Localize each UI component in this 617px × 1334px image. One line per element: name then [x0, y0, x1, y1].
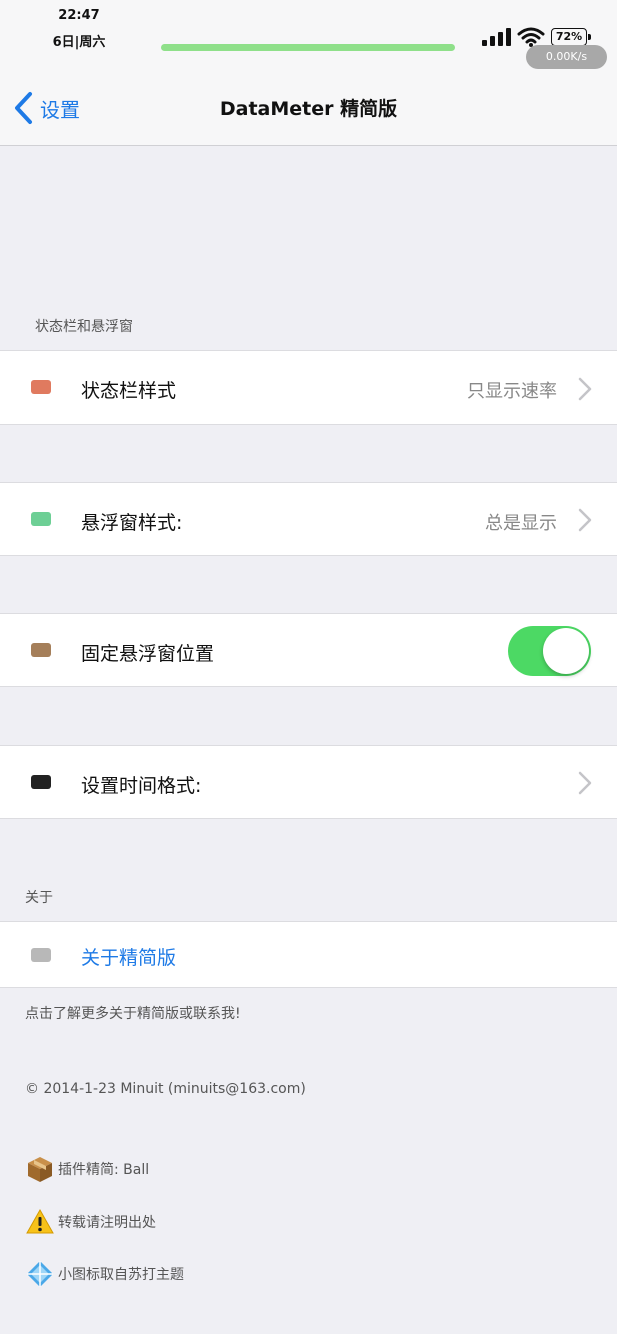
about-row[interactable]: 关于精简版 — [0, 921, 617, 988]
section-header-statusbar-float: 状态栏和悬浮窗 — [35, 319, 133, 335]
chevron-right-icon — [578, 771, 592, 795]
fix-float-position-label: 固定悬浮窗位置 — [81, 643, 215, 665]
about-icon — [31, 948, 51, 962]
navigation-bar: 设置 DataMeter 精简版 — [0, 70, 617, 146]
copyright-text: © 2014-1-23 Minuit (minuits@163.com) — [25, 1081, 306, 1097]
signal-icon — [482, 28, 511, 46]
time-format-icon — [31, 775, 51, 789]
battery-indicator: 72% — [551, 28, 591, 46]
package-icon — [28, 1157, 52, 1182]
fix-float-position-icon — [31, 643, 51, 657]
chevron-right-icon — [578, 508, 592, 532]
wifi-icon — [517, 27, 545, 47]
float-style-label: 悬浮窗样式: — [81, 512, 183, 534]
statusbar-style-value: 只显示速率 — [467, 381, 557, 402]
statusbar-style-icon — [31, 380, 51, 394]
status-time: 22:47 — [58, 8, 100, 23]
credit-item-plugin: 插件精简: Ball — [26, 1155, 149, 1183]
credit-text-plugin: 插件精简: Ball — [58, 1162, 150, 1178]
statusbar-style-row[interactable]: 状态栏样式 只显示速率 — [0, 350, 617, 425]
credit-text-icons: 小图标取自苏打主题 — [58, 1267, 184, 1283]
float-style-icon — [31, 512, 51, 526]
about-label[interactable]: 关于精简版 — [81, 943, 176, 970]
fix-float-position-row: 固定悬浮窗位置 — [0, 613, 617, 687]
credit-text-warning: 转载请注明出处 — [58, 1215, 156, 1231]
section-header-about: 关于 — [25, 890, 53, 906]
page-title: DataMeter 精简版 — [219, 98, 398, 120]
status-date: 6日|周六 — [52, 35, 106, 50]
status-bar: 22:47 6日|周六 72% 0.00K/s — [0, 0, 617, 70]
toggle-knob — [543, 628, 589, 674]
chevron-right-icon — [578, 377, 592, 401]
credit-item-icons: 小图标取自苏打主题 — [26, 1260, 184, 1288]
credit-item-warning: 转载请注明出处 — [26, 1208, 156, 1236]
time-format-row[interactable]: 设置时间格式: — [0, 745, 617, 819]
statusbar-style-label: 状态栏样式 — [81, 380, 177, 402]
float-style-value: 总是显示 — [485, 513, 557, 534]
warning-icon — [26, 1208, 54, 1234]
net-speed-badge: 0.00K/s — [526, 45, 607, 69]
diamond-tile-icon — [27, 1261, 53, 1287]
time-format-label: 设置时间格式: — [81, 775, 202, 797]
float-style-row[interactable]: 悬浮窗样式: 总是显示 — [0, 482, 617, 556]
about-note: 点击了解更多关于精简版或联系我! — [25, 1006, 241, 1022]
status-green-bar — [161, 44, 455, 51]
fix-float-position-toggle[interactable] — [508, 626, 591, 676]
